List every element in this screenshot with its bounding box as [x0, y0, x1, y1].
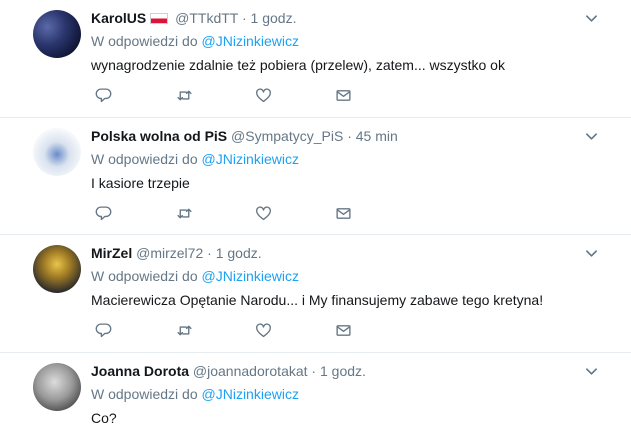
- author-handle[interactable]: @Sympatycy_PiS: [231, 128, 343, 144]
- timestamp[interactable]: 1 godz.: [251, 10, 297, 26]
- reply-prefix: W odpowiedzi do: [91, 33, 198, 49]
- separator: ·: [311, 363, 317, 379]
- reply-prefix: W odpowiedzi do: [91, 386, 198, 402]
- tweet-text: I kasiore trzepie: [91, 175, 190, 191]
- heart-icon[interactable]: [251, 319, 275, 341]
- chevron-down-icon[interactable]: [582, 9, 600, 27]
- reply-context: W odpowiedzi do @JNizinkiewicz: [91, 384, 299, 404]
- reply-mention-link[interactable]: @JNizinkiewicz: [202, 151, 299, 167]
- reply-icon[interactable]: [91, 319, 115, 341]
- separator: ·: [347, 128, 352, 144]
- envelope-icon[interactable]: [331, 319, 355, 341]
- separator: ·: [207, 245, 212, 261]
- reply-context: W odpowiedzi do @JNizinkiewicz: [91, 31, 299, 51]
- avatar[interactable]: [33, 363, 81, 411]
- timestamp[interactable]: 45 min: [356, 128, 398, 144]
- tweet-header: MirZel @mirzel72 · 1 godz.: [91, 243, 262, 263]
- retweet-icon[interactable]: [172, 202, 196, 224]
- author-name[interactable]: Joanna Dorota: [91, 363, 189, 379]
- author-handle[interactable]: @joannadorotakat: [193, 363, 308, 379]
- reply-prefix: W odpowiedzi do: [91, 268, 198, 284]
- tweet-header: Joanna Dorota @joannadorotakat · 1 godz.: [91, 361, 366, 381]
- avatar[interactable]: [33, 10, 81, 58]
- heart-icon[interactable]: [251, 202, 275, 224]
- author-name[interactable]: KarolUS: [91, 10, 146, 26]
- tweet-text: wynagrodzenie zdalnie też pobiera (przel…: [91, 57, 505, 73]
- tweet-actions: [91, 319, 391, 341]
- heart-icon[interactable]: [251, 84, 275, 106]
- reply-context: W odpowiedzi do @JNizinkiewicz: [91, 266, 299, 286]
- envelope-icon[interactable]: [331, 202, 355, 224]
- reply-mention-link[interactable]: @JNizinkiewicz: [202, 268, 299, 284]
- tweet-header: KarolUS @TTkdTT · 1 godz.: [91, 8, 296, 28]
- tweet[interactable]: KarolUS @TTkdTT · 1 godz. W odpowiedzi d…: [0, 0, 631, 118]
- tweet[interactable]: MirZel @mirzel72 · 1 godz. W odpowiedzi …: [0, 235, 631, 353]
- timestamp[interactable]: 1 godz.: [216, 245, 262, 261]
- tweet-actions: [91, 202, 391, 224]
- reply-icon[interactable]: [91, 84, 115, 106]
- avatar[interactable]: [33, 128, 81, 176]
- tweet-feed: KarolUS @TTkdTT · 1 godz. W odpowiedzi d…: [0, 0, 631, 443]
- separator: ·: [241, 10, 247, 26]
- reply-mention-link[interactable]: @JNizinkiewicz: [202, 33, 299, 49]
- reply-icon[interactable]: [91, 202, 115, 224]
- poland-flag-icon: [150, 13, 169, 24]
- avatar[interactable]: [33, 245, 81, 293]
- retweet-icon[interactable]: [172, 319, 196, 341]
- author-name[interactable]: Polska wolna od PiS: [91, 128, 227, 144]
- reply-context: W odpowiedzi do @JNizinkiewicz: [91, 149, 299, 169]
- reply-mention-link[interactable]: @JNizinkiewicz: [202, 386, 299, 402]
- tweet-actions: [91, 84, 391, 106]
- chevron-down-icon[interactable]: [582, 362, 600, 380]
- tweet[interactable]: Joanna Dorota @joannadorotakat · 1 godz.…: [0, 353, 631, 443]
- timestamp[interactable]: 1 godz.: [320, 363, 366, 379]
- tweet-text: Co?: [91, 410, 117, 426]
- tweet-text: Macierewicza Opętanie Narodu... i My fin…: [91, 292, 544, 308]
- author-handle[interactable]: @mirzel72: [136, 245, 203, 261]
- chevron-down-icon[interactable]: [582, 127, 600, 145]
- envelope-icon[interactable]: [331, 84, 355, 106]
- reply-prefix: W odpowiedzi do: [91, 151, 198, 167]
- author-name[interactable]: MirZel: [91, 245, 132, 261]
- author-handle[interactable]: @TTkdTT: [175, 10, 238, 26]
- retweet-icon[interactable]: [172, 84, 196, 106]
- tweet-header: Polska wolna od PiS @Sympatycy_PiS · 45 …: [91, 126, 398, 146]
- tweet[interactable]: Polska wolna od PiS @Sympatycy_PiS · 45 …: [0, 118, 631, 235]
- chevron-down-icon[interactable]: [582, 244, 600, 262]
